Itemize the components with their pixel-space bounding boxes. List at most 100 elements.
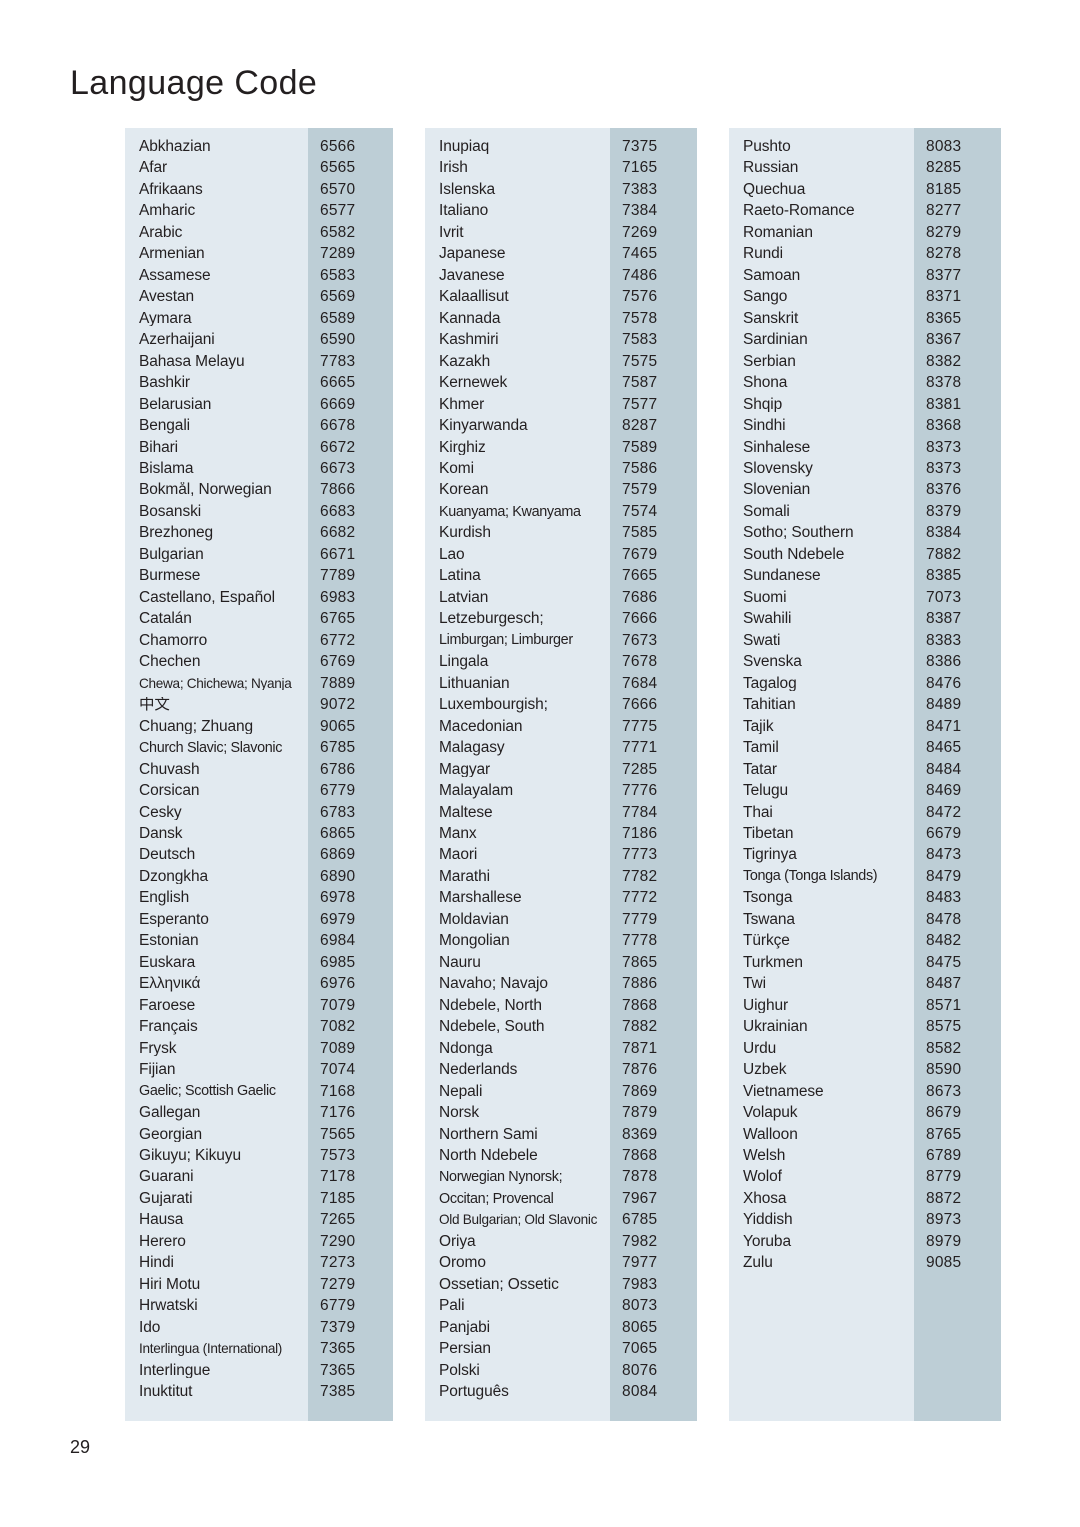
table-row: Latina 7665 — [425, 565, 697, 586]
table-row: Faroese 7079 — [125, 995, 393, 1016]
language-code: 6983 — [320, 588, 356, 606]
language-name: North Ndebele — [439, 1148, 538, 1164]
language-code: 6785 — [622, 1211, 658, 1229]
language-column-3: Pushto 8083 Russian 8285 Quechua 8185 Raeto-Ro… — [729, 128, 1001, 1421]
language-name: Swahili — [743, 611, 792, 627]
language-name: South Ndebele — [743, 546, 845, 563]
language-name: Tahitian — [743, 697, 796, 713]
language-name: Türkçe — [743, 933, 790, 949]
table-row: Français 7082 — [125, 1016, 393, 1037]
language-name: Armenian — [139, 246, 205, 262]
language-code: 7869 — [622, 1082, 658, 1100]
table-row: Sango 8371 — [729, 286, 1001, 307]
table-row: Maori 7773 — [425, 844, 697, 865]
language-name: Interlingue — [139, 1362, 211, 1379]
language-code: 6682 — [320, 524, 356, 542]
language-code: 7290 — [320, 1232, 356, 1250]
table-row: Georgian 7565 — [125, 1124, 393, 1145]
language-code: 8489 — [926, 696, 962, 714]
table-row: Suomi 7073 — [729, 587, 1001, 608]
table-row: Kannada 7578 — [425, 308, 697, 329]
language-name: Khmer — [439, 396, 485, 413]
table-row: Estonian 6984 — [125, 930, 393, 951]
language-name: Français — [139, 1019, 198, 1035]
table-row: Panjabi 8065 — [425, 1317, 697, 1338]
page-number: 29 — [70, 1437, 91, 1457]
table-row: Chuvash 6786 — [125, 759, 393, 780]
language-name: Inupiaq — [439, 138, 490, 155]
language-code: 6984 — [320, 932, 356, 950]
table-row: Brezhoneg 6682 — [125, 522, 393, 543]
table-row: Navaho; Navajo 7886 — [425, 973, 697, 994]
table-row: Nauru 7865 — [425, 952, 697, 973]
language-code: 8765 — [926, 1125, 962, 1143]
table-row: Raeto-Romance 8277 — [729, 200, 1001, 221]
table-row: Bosanski 6683 — [125, 501, 393, 522]
table-row: Bengali 6678 — [125, 415, 393, 436]
table-row: Luxembourgish; 7666 — [425, 694, 697, 715]
table-row: Ossetian; Ossetic 7983 — [425, 1274, 697, 1295]
language-code: 6769 — [320, 653, 356, 671]
table-row: Assamese 6583 — [125, 265, 393, 286]
language-name: Assamese — [139, 267, 211, 284]
language-name: Marathi — [439, 868, 490, 885]
language-code: 8575 — [926, 1018, 962, 1036]
language-name: Ukrainian — [743, 1019, 808, 1035]
table-row: Old Bulgarian; Old Slavonic 6785 — [425, 1209, 697, 1230]
language-code: 8371 — [926, 288, 962, 306]
table-row: Letzeburgesch; 7666 — [425, 608, 697, 629]
language-name: Latvian — [439, 589, 489, 606]
language-code: 7778 — [622, 932, 658, 950]
language-code: 8379 — [926, 502, 962, 520]
language-name: Irish — [439, 160, 468, 176]
language-name: Esperanto — [139, 911, 209, 928]
language-name: Guarani — [139, 1169, 194, 1185]
language-name: Kurdish — [439, 525, 491, 541]
language-name: Aymara — [139, 310, 192, 327]
table-row: Dzongkha 6890 — [125, 866, 393, 887]
language-code: 7285 — [622, 760, 658, 778]
language-name: Sotho; Southern — [743, 525, 854, 541]
language-code: 7666 — [622, 610, 658, 628]
table-row: Chuang; Zhuang 9065 — [125, 716, 393, 737]
table-row: Kurdish 7585 — [425, 522, 697, 543]
table-row: Português 8084 — [425, 1381, 697, 1402]
language-code: 8465 — [926, 739, 962, 757]
language-code: 6979 — [320, 910, 356, 928]
table-row: Komi 7586 — [425, 458, 697, 479]
table-row: Twi 8487 — [729, 973, 1001, 994]
table-row: Deutsch 6869 — [125, 844, 393, 865]
language-code: 8590 — [926, 1061, 962, 1079]
table-row: North Ndebele 7868 — [425, 1145, 697, 1166]
table-row: Lingala 7678 — [425, 651, 697, 672]
language-code: 6669 — [320, 395, 356, 413]
language-name: Tamil — [743, 740, 779, 756]
language-code: 6786 — [320, 760, 356, 778]
language-name: Lithuanian — [439, 675, 510, 692]
language-name: Navaho; Navajo — [439, 976, 548, 992]
language-name: Kuanyama; Kwanyama — [439, 504, 581, 519]
table-row: Castellano, Español 6983 — [125, 587, 393, 608]
language-code: 8484 — [926, 760, 962, 778]
language-code: 8367 — [926, 331, 962, 349]
language-code: 8373 — [926, 460, 962, 478]
language-name: Lingala — [439, 654, 489, 670]
table-row: Church Slavic; Slavonic 6785 — [125, 737, 393, 758]
language-name: English — [139, 890, 190, 906]
language-name: Tonga (Tonga Islands) — [743, 869, 878, 884]
language-code: 8385 — [926, 567, 962, 585]
table-row: Shona 8378 — [729, 372, 1001, 393]
table-row: Ndebele, South 7882 — [425, 1016, 697, 1037]
table-row: Moldavian 7779 — [425, 909, 697, 930]
language-code: 8679 — [926, 1104, 962, 1122]
table-row: English 6978 — [125, 887, 393, 908]
table-row: Lao 7679 — [425, 544, 697, 565]
language-name: Abkhazian — [139, 138, 211, 155]
table-row: Kashmiri 7583 — [425, 329, 697, 350]
language-code: 8381 — [926, 395, 962, 413]
table-row: Shqip 8381 — [729, 394, 1001, 415]
table-row: Marathi 7782 — [425, 866, 697, 887]
table-row: Dansk 6865 — [125, 823, 393, 844]
table-row: Lithuanian 7684 — [425, 673, 697, 694]
language-name: Marshallese — [439, 890, 522, 906]
